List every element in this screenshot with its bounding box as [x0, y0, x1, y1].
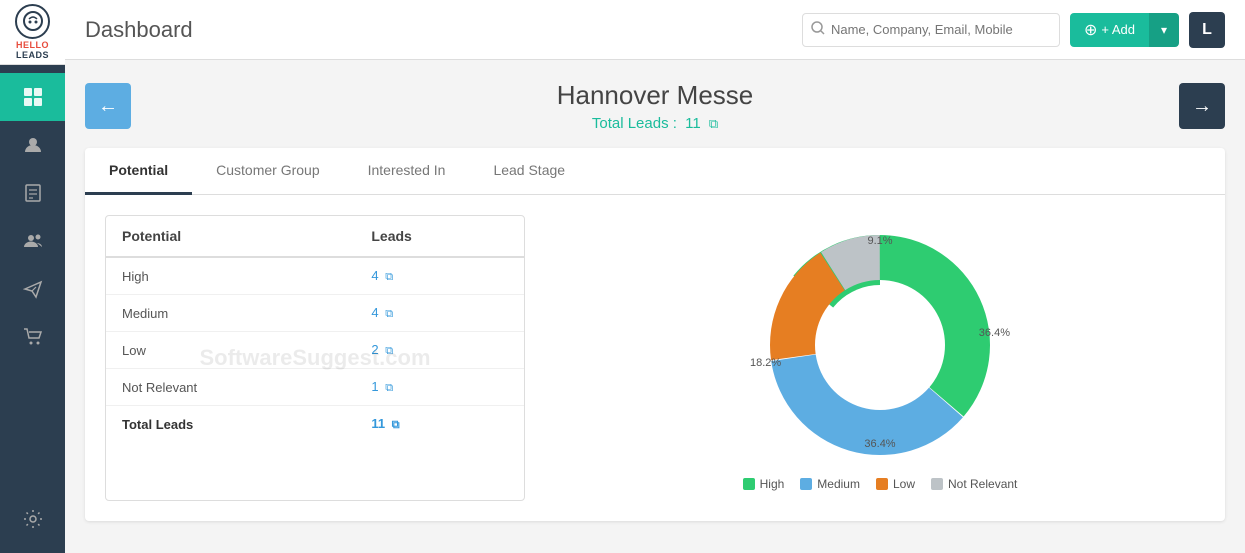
chart-label-left: 18.2%: [750, 357, 781, 369]
high-leads-link[interactable]: 4: [371, 268, 378, 283]
col-potential-header: Potential: [106, 216, 355, 257]
chevron-right-icon: →: [1192, 95, 1212, 118]
data-table: Potential Leads High 4 ⧉: [106, 216, 524, 442]
total-label: Total Leads: [106, 406, 355, 443]
chart-label-bottom: 36.4%: [864, 438, 895, 450]
main-content: Dashboard ⊕ + Add ▾ L ← Hannover Messe: [65, 0, 1245, 553]
total-leads-label: Total Leads :: [592, 115, 677, 132]
user-avatar[interactable]: L: [1189, 12, 1225, 48]
logo-icon: [15, 4, 50, 39]
external-link-icon[interactable]: ⧉: [709, 116, 718, 131]
search-bar: [802, 13, 1060, 47]
legend-label-medium: Medium: [817, 477, 860, 491]
legend-dot-medium: [800, 478, 812, 490]
add-button-label: + Add: [1101, 22, 1135, 37]
search-input[interactable]: [831, 22, 1051, 37]
table-row: High 4 ⧉: [106, 257, 524, 295]
add-icon: ⊕: [1084, 20, 1097, 40]
legend-dot-low: [876, 478, 888, 490]
sidebar-item-reports[interactable]: [0, 169, 65, 217]
external-icon-medium: ⧉: [385, 308, 393, 320]
external-icon-low: ⧉: [385, 345, 393, 357]
legend-label-not-relevant: Not Relevant: [948, 477, 1017, 491]
low-leads-link[interactable]: 2: [371, 342, 378, 357]
next-event-button[interactable]: →: [1179, 83, 1225, 129]
search-icon: [811, 21, 825, 38]
tabs-container: Potential Customer Group Interested In L…: [85, 148, 1225, 521]
sidebar-item-dashboard[interactable]: [0, 73, 65, 121]
row-value-low: 2 ⧉: [355, 332, 524, 369]
total-leads-link[interactable]: 11: [371, 416, 385, 431]
external-icon-total: ⧉: [392, 419, 400, 431]
legend-label-high: High: [760, 477, 785, 491]
sidebar-item-contacts[interactable]: [0, 121, 65, 169]
not-relevant-leads-link[interactable]: 1: [371, 379, 378, 394]
chart-legend: High Medium Low Not Relevant: [743, 477, 1018, 491]
row-value-medium: 4 ⧉: [355, 295, 524, 332]
page-title: Dashboard: [85, 17, 802, 43]
legend-item-high: High: [743, 477, 785, 491]
row-label-medium: Medium: [106, 295, 355, 332]
tab-customer-group[interactable]: Customer Group: [192, 148, 343, 195]
legend-item-medium: Medium: [800, 477, 860, 491]
medium-leads-link[interactable]: 4: [371, 305, 378, 320]
event-subtitle: Total Leads : 11 ⧉: [85, 115, 1225, 132]
header: Dashboard ⊕ + Add ▾ L: [65, 0, 1245, 60]
col-leads-header: Leads: [355, 216, 524, 257]
table-row: Low 2 ⧉: [106, 332, 524, 369]
prev-event-button[interactable]: ←: [85, 83, 131, 129]
sidebar-nav: [0, 65, 65, 553]
total-leads-count: 11: [685, 115, 701, 132]
page-content: ← Hannover Messe Total Leads : 11 ⧉ → Po…: [65, 60, 1245, 553]
sidebar-item-cart[interactable]: [0, 313, 65, 361]
event-header: ← Hannover Messe Total Leads : 11 ⧉ →: [85, 80, 1225, 132]
chart-area: 9.1% 36.4% 36.4% 18.2% High Medium: [555, 215, 1205, 501]
tab-content: SoftwareSuggest.com Potential Leads High: [85, 195, 1225, 521]
sidebar-item-send[interactable]: [0, 265, 65, 313]
row-value-high: 4 ⧉: [355, 257, 524, 295]
chevron-left-icon: ←: [98, 95, 118, 118]
donut-chart: 9.1% 36.4% 36.4% 18.2%: [760, 225, 1000, 465]
add-button[interactable]: ⊕ + Add: [1070, 13, 1149, 47]
legend-dot-high: [743, 478, 755, 490]
legend-dot-not-relevant: [931, 478, 943, 490]
chart-label-top-right: 9.1%: [867, 235, 892, 247]
tab-lead-stage[interactable]: Lead Stage: [469, 148, 589, 195]
sidebar-logo: HELLOLEADS: [0, 0, 65, 65]
chart-label-right: 36.4%: [979, 327, 1010, 339]
total-row: Total Leads 11 ⧉: [106, 406, 524, 443]
add-dropdown-button[interactable]: ▾: [1149, 13, 1179, 47]
row-label-high: High: [106, 257, 355, 295]
sidebar-item-settings[interactable]: [0, 495, 65, 543]
legend-label-low: Low: [893, 477, 915, 491]
event-title: Hannover Messe: [85, 80, 1225, 111]
external-icon-not-relevant: ⧉: [385, 382, 393, 394]
logo-text: HELLOLEADS: [16, 41, 49, 61]
row-label-not-relevant: Not Relevant: [106, 369, 355, 406]
legend-item-low: Low: [876, 477, 915, 491]
sidebar: HELLOLEADS: [0, 0, 65, 553]
tab-potential[interactable]: Potential: [85, 148, 192, 195]
row-value-not-relevant: 1 ⧉: [355, 369, 524, 406]
sidebar-item-users[interactable]: [0, 217, 65, 265]
legend-item-not-relevant: Not Relevant: [931, 477, 1017, 491]
tab-interested-in[interactable]: Interested In: [344, 148, 470, 195]
tabs-header: Potential Customer Group Interested In L…: [85, 148, 1225, 195]
table-row: Medium 4 ⧉: [106, 295, 524, 332]
row-label-low: Low: [106, 332, 355, 369]
external-icon-high: ⧉: [385, 271, 393, 283]
potential-table: SoftwareSuggest.com Potential Leads High: [105, 215, 525, 501]
table-row: Not Relevant 1 ⧉: [106, 369, 524, 406]
total-value: 11 ⧉: [355, 406, 524, 443]
